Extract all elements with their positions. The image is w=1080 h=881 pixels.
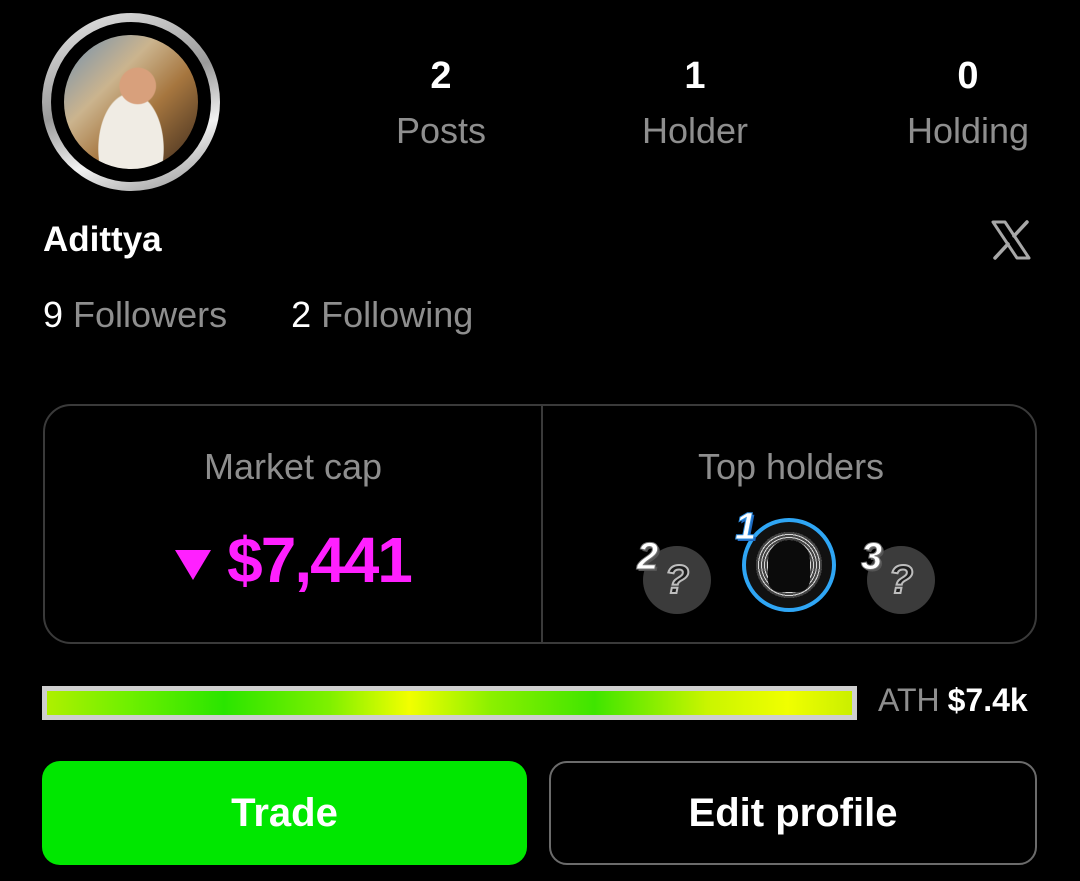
holders-count: 1 <box>684 55 706 97</box>
stat-holding[interactable]: 0 Holding <box>868 57 1068 149</box>
market-cap-title: Market cap <box>203 446 383 487</box>
card-divider <box>541 406 543 642</box>
market-cap-value-row: $7,441 <box>45 528 541 592</box>
holder-1-silhouette <box>768 540 810 592</box>
holder-3-rank: 3 <box>860 536 883 579</box>
posts-label: Posts <box>395 110 487 151</box>
holding-count: 0 <box>957 55 979 97</box>
avatar-photo <box>64 35 198 169</box>
following-label: Following <box>321 294 474 335</box>
stat-holders[interactable]: 1 Holder <box>595 57 795 149</box>
ath-label: ATH <box>878 682 940 718</box>
ath-progress-bar <box>42 686 857 720</box>
holders-label: Holder <box>641 110 749 151</box>
market-cap-value: $7,441 <box>227 524 413 596</box>
down-triangle-icon <box>175 550 212 580</box>
ath-readout: ATH $7.4k <box>878 682 1028 719</box>
edit-profile-button[interactable]: Edit profile <box>549 761 1037 865</box>
top-holders-title: Top holders <box>697 446 885 487</box>
follow-row: 9 Followers 2 Following <box>43 294 473 336</box>
followers-link[interactable]: 9 Followers <box>43 294 237 335</box>
following-count: 2 <box>291 294 312 335</box>
stats-card: Market cap $7,441 Top holders ? 2 1 ? 3 <box>43 404 1037 644</box>
followers-count: 9 <box>43 294 64 335</box>
stat-posts[interactable]: 2 Posts <box>341 57 541 149</box>
ath-value: $7.4k <box>947 682 1028 718</box>
holding-label: Holding <box>906 110 1030 151</box>
holder-1-rank: 1 <box>734 506 757 549</box>
following-link[interactable]: 2 Following <box>291 294 473 335</box>
followers-label: Followers <box>73 294 228 335</box>
x-logo-icon[interactable] <box>990 219 1032 261</box>
profile-avatar[interactable] <box>42 13 220 191</box>
posts-count: 2 <box>430 55 452 97</box>
holder-2-rank: 2 <box>636 536 659 579</box>
username: Adittya <box>43 220 162 259</box>
trade-button[interactable]: Trade <box>42 761 527 865</box>
